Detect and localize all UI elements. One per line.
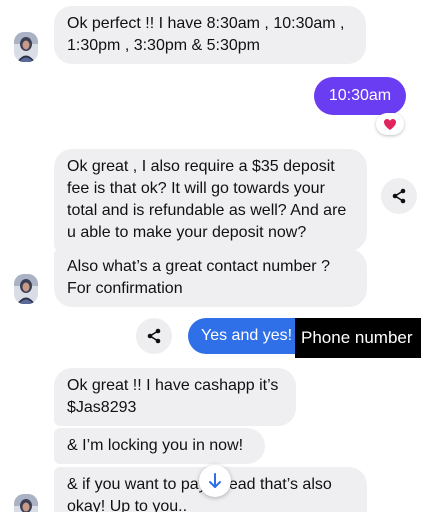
avatar[interactable] — [14, 274, 38, 304]
share-icon — [147, 328, 161, 344]
message-text: Also what’s a great contact number ? For… — [67, 258, 330, 297]
message-text: Ok great !! I have cashapp it’s $Jas8293 — [67, 377, 279, 416]
message-text: Ok great , I also require a $35 deposit … — [67, 158, 347, 241]
arrow-down-icon — [209, 473, 221, 488]
reaction-badge[interactable] — [376, 113, 404, 135]
scroll-to-bottom-button[interactable] — [199, 465, 231, 497]
share-button[interactable] — [381, 178, 417, 214]
incoming-message[interactable]: Also what’s a great contact number ? For… — [54, 249, 367, 307]
outgoing-message[interactable]: 10:30am — [314, 77, 406, 115]
share-icon — [392, 188, 406, 204]
phone-number-label: Phone number — [295, 318, 421, 358]
message-text: & I’m locking you in now! — [67, 437, 244, 454]
chat-thread: Ok perfect !! I have 8:30am , 10:30am , … — [0, 0, 431, 512]
message-text: 10:30am — [328, 87, 392, 104]
avatar[interactable] — [14, 32, 38, 62]
message-text: Yes and yes! — [201, 327, 293, 344]
incoming-message[interactable]: Ok perfect !! I have 8:30am , 10:30am , … — [54, 6, 366, 64]
incoming-message[interactable]: & I’m locking you in now! — [54, 428, 265, 464]
share-button[interactable] — [136, 318, 172, 354]
avatar-image — [14, 32, 38, 62]
message-text: Ok perfect !! I have 8:30am , 10:30am , … — [67, 15, 345, 54]
avatar[interactable] — [14, 494, 38, 512]
heart-icon — [384, 118, 396, 130]
avatar-image — [14, 494, 38, 512]
incoming-message[interactable]: Ok great , I also require a $35 deposit … — [54, 149, 367, 251]
incoming-message[interactable]: Ok great !! I have cashapp it’s $Jas8293 — [54, 368, 296, 426]
phone-number-text: Phone number — [301, 328, 413, 347]
avatar-image — [14, 274, 38, 304]
